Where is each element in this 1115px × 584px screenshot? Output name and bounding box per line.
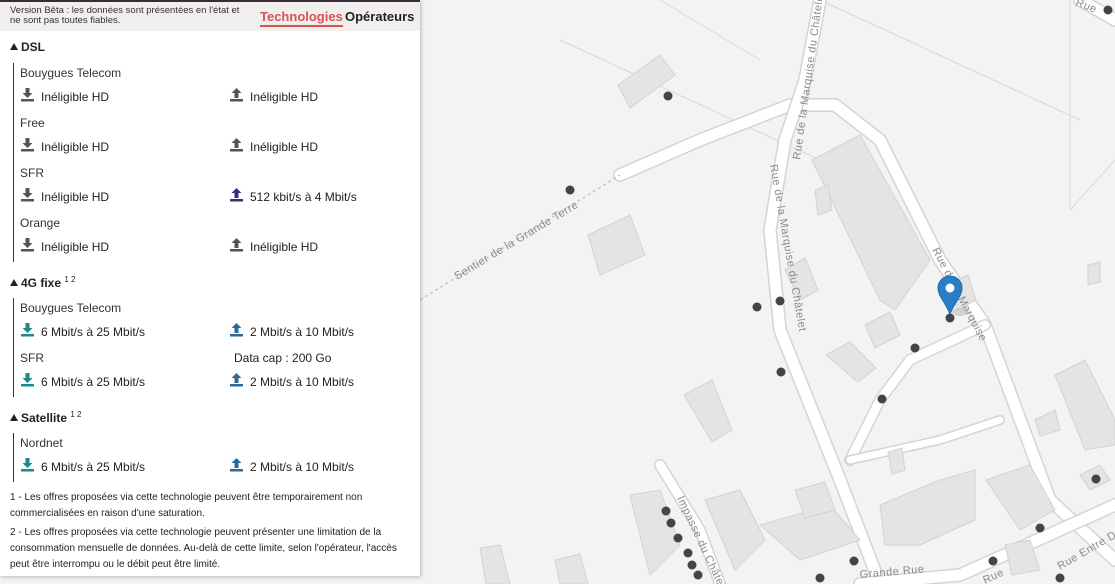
- beta-notice: Version Bêta : les données sont présenté…: [10, 5, 240, 26]
- download-icon: [21, 238, 34, 252]
- tab-operateurs[interactable]: Opérateurs: [345, 9, 414, 24]
- operator-name: SFR: [20, 351, 44, 365]
- operator-name: SFR: [20, 166, 44, 180]
- upload-icon: [230, 138, 243, 152]
- download-icon: [21, 188, 34, 202]
- section-satellite-toggle[interactable]: Satellite 1 2: [10, 410, 82, 425]
- operator-name: Nordnet: [20, 436, 63, 450]
- download-icon: [21, 88, 34, 102]
- operator-name: Bouygues Telecom: [20, 66, 122, 80]
- download-icon: [21, 138, 34, 152]
- collapse-triangle-icon: [10, 279, 18, 286]
- operator-name: Free: [20, 116, 45, 130]
- collapse-triangle-icon: [10, 43, 18, 50]
- section-title: Satellite: [21, 411, 68, 425]
- download-icon: [21, 323, 34, 337]
- upload-icon: [230, 88, 243, 102]
- section-divider: [13, 433, 14, 482]
- footnote: 2 - Les offres proposées via cette techn…: [10, 527, 397, 570]
- data-cap: Data cap : 200 Go: [234, 351, 332, 365]
- collapse-triangle-icon: [10, 414, 18, 421]
- operator-name: Bouygues Telecom: [20, 301, 122, 315]
- operator-name: Orange: [20, 216, 61, 230]
- upload-icon: [230, 188, 243, 202]
- section-title: DSL: [21, 40, 45, 54]
- upload-icon: [230, 373, 243, 387]
- section-4g-fixe-toggle[interactable]: 4G fixe 1 2: [10, 275, 76, 290]
- section-divider: [13, 298, 14, 397]
- section-dsl-toggle[interactable]: DSL: [10, 40, 45, 54]
- footnote: 1 - Les offres proposées via cette techn…: [10, 492, 363, 519]
- download-icon: [21, 458, 34, 472]
- section-divider: [13, 63, 14, 262]
- section-title: 4G fixe: [21, 276, 62, 290]
- download-icon: [21, 373, 34, 387]
- upload-icon: [230, 323, 243, 337]
- footnote-refs: 1 2: [64, 275, 76, 284]
- tab-technologies[interactable]: Technologies: [260, 9, 343, 27]
- upload-icon: [230, 458, 243, 472]
- upload-icon: [230, 238, 243, 252]
- info-panel: Version Bêta : les données sont présenté…: [0, 0, 420, 576]
- panel-header: Version Bêta : les données sont présenté…: [0, 2, 420, 31]
- footnote-refs: 1 2: [70, 410, 82, 419]
